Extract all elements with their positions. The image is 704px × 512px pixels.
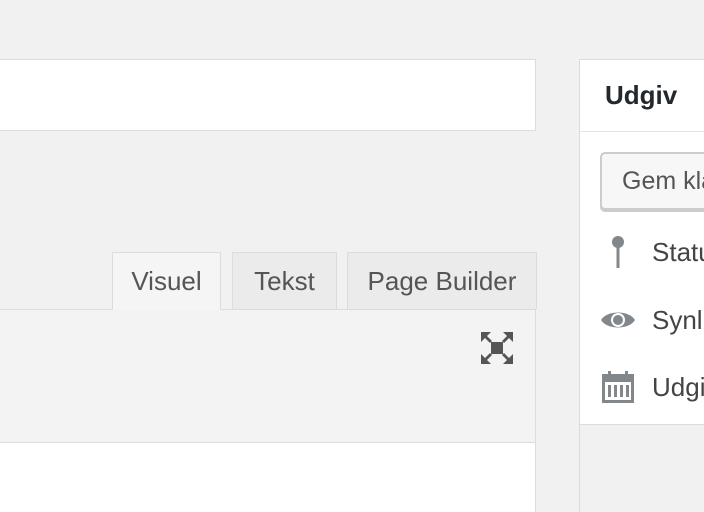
tab-visuel[interactable]: Visuel	[112, 252, 221, 310]
tab-page-builder[interactable]: Page Builder	[347, 252, 537, 309]
publish-date-row: Udgiv	[600, 367, 704, 407]
fullscreen-expand-icon[interactable]	[479, 330, 515, 366]
status-label: Status	[652, 236, 704, 267]
post-title-input[interactable]	[0, 59, 536, 131]
editor-content-area[interactable]	[0, 442, 536, 512]
sidebar-below-publish	[579, 425, 704, 512]
tab-tekst[interactable]: Tekst	[232, 252, 337, 309]
post-editor-page: Visuel Tekst Page Builder Udgiv Gem klad…	[0, 0, 704, 512]
publish-date-label: Udgiv	[652, 371, 704, 402]
save-draft-button[interactable]: Gem kladde	[600, 152, 704, 210]
pin-icon	[600, 234, 636, 270]
publish-box: Udgiv Gem kladde Status Synlighed	[579, 59, 704, 425]
calendar-icon	[600, 369, 636, 405]
publish-header: Udgiv	[580, 60, 704, 132]
visibility-label: Synlighed	[652, 304, 704, 335]
editor-toolbar	[0, 309, 536, 443]
eye-icon	[600, 302, 636, 338]
visibility-row: Synlighed	[600, 300, 704, 340]
publish-title: Udgiv	[605, 80, 678, 110]
status-row: Status	[600, 232, 704, 272]
